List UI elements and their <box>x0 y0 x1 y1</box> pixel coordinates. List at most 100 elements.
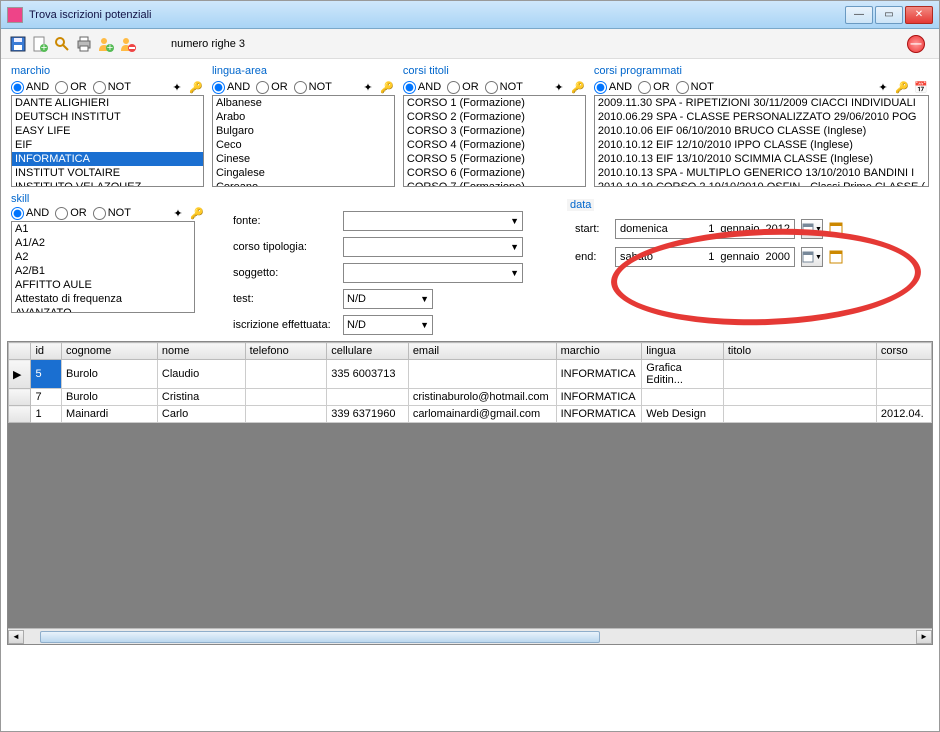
lingua-listbox[interactable]: AlbaneseAraboBulgaroCecoCineseCingaleseC… <box>212 95 395 187</box>
list-item[interactable]: Attestato di frequenza <box>12 292 194 306</box>
cell-titolo[interactable] <box>723 389 876 406</box>
cell-marchio[interactable]: INFORMATICA <box>556 389 642 406</box>
list-item[interactable]: 2010.06.29 SPA - CLASSE PERSONALIZZATO 2… <box>595 110 928 124</box>
cell-cognome[interactable]: Burolo <box>62 360 158 389</box>
col-nome[interactable]: nome <box>157 343 245 360</box>
cell-marchio[interactable]: INFORMATICA <box>556 360 642 389</box>
skill-or-radio[interactable] <box>55 207 68 220</box>
clear-button[interactable]: — <box>907 35 925 53</box>
corsi-not-radio[interactable] <box>485 81 498 94</box>
key-icon[interactable]: 🔑 <box>379 79 395 95</box>
row-header[interactable] <box>9 389 31 406</box>
cell-cognome[interactable]: Mainardi <box>62 406 158 423</box>
col-corso[interactable]: corso <box>876 343 931 360</box>
cell-nome[interactable]: Claudio <box>157 360 245 389</box>
list-item[interactable]: EASY LIFE <box>12 124 203 138</box>
corsi-listbox[interactable]: CORSO 1 (Formazione)CORSO 2 (Formazione)… <box>403 95 586 187</box>
list-item[interactable]: INFORMATICA <box>12 152 203 166</box>
save-icon[interactable] <box>9 35 27 53</box>
list-item[interactable]: Albanese <box>213 96 394 110</box>
programmati-listbox[interactable]: 2009.11.30 SPA - RIPETIZIONI 30/11/2009 … <box>594 95 929 187</box>
wand-icon[interactable]: ✦ <box>169 79 185 95</box>
horizontal-scrollbar[interactable]: ◄ ► <box>8 628 932 644</box>
results-grid[interactable]: idcognomenometelefonocellulareemailmarch… <box>7 341 933 645</box>
col-marchio[interactable]: marchio <box>556 343 642 360</box>
corsi-and-radio[interactable] <box>403 81 416 94</box>
marchio-and-radio[interactable] <box>11 81 24 94</box>
maximize-button[interactable]: ▭ <box>875 6 903 24</box>
list-item[interactable]: Coreano <box>213 180 394 187</box>
cell-cellulare[interactable] <box>327 389 409 406</box>
list-item[interactable]: 2010.10.13 SPA - MULTIPLO GENERICO 13/10… <box>595 166 928 180</box>
close-button[interactable]: ✕ <box>905 6 933 24</box>
skill-not-radio[interactable] <box>93 207 106 220</box>
list-item[interactable]: CORSO 2 (Formazione) <box>404 110 585 124</box>
cell-id[interactable]: 7 <box>31 389 62 406</box>
search-icon[interactable] <box>53 35 71 53</box>
cell-email[interactable] <box>408 360 556 389</box>
col-email[interactable]: email <box>408 343 556 360</box>
table-row[interactable]: 1MainardiCarlo339 6371960carlomainardi@g… <box>9 406 932 423</box>
list-item[interactable]: CORSO 4 (Formazione) <box>404 138 585 152</box>
col-lingua[interactable]: lingua <box>642 343 724 360</box>
list-item[interactable]: A2/B1 <box>12 264 194 278</box>
cell-cognome[interactable]: Burolo <box>62 389 158 406</box>
prog-or-radio[interactable] <box>638 81 651 94</box>
col-cellulare[interactable]: cellulare <box>327 343 409 360</box>
start-date-field[interactable]: domenica 1 gennaio 2012 <box>615 219 795 239</box>
cell-id[interactable]: 5 <box>31 360 62 389</box>
list-item[interactable]: EIF <box>12 138 203 152</box>
list-item[interactable]: CORSO 5 (Formazione) <box>404 152 585 166</box>
person-remove-icon[interactable] <box>119 35 137 53</box>
prog-not-radio[interactable] <box>676 81 689 94</box>
soggetto-combo[interactable]: ▼ <box>343 263 523 283</box>
list-item[interactable]: INSTITUT VOLTAIRE <box>12 166 203 180</box>
marchio-listbox[interactable]: DANTE ALIGHIERIDEUTSCH INSTITUTEASY LIFE… <box>11 95 204 187</box>
list-item[interactable]: INSTITUTO VELAZQUEZ <box>12 180 203 187</box>
lingua-not-radio[interactable] <box>294 81 307 94</box>
table-row[interactable]: 7BuroloCristinacristinaburolo@hotmail.co… <box>9 389 932 406</box>
list-item[interactable]: 2010.10.19 CORSO 2 19/10/2010 OSFIN - Cl… <box>595 180 928 187</box>
key-icon[interactable]: 🔑 <box>189 205 205 221</box>
row-header[interactable] <box>9 406 31 423</box>
cell-telefono[interactable] <box>245 360 327 389</box>
list-item[interactable]: DEUTSCH INSTITUT <box>12 110 203 124</box>
start-date-dropdown-button[interactable]: ▼ <box>801 219 823 239</box>
person-add-icon[interactable]: + <box>97 35 115 53</box>
skill-and-radio[interactable] <box>11 207 24 220</box>
cell-marchio[interactable]: INFORMATICA <box>556 406 642 423</box>
cell-lingua[interactable]: Grafica Editin... <box>642 360 724 389</box>
cell-corso[interactable] <box>876 360 931 389</box>
cell-email[interactable]: carlomainardi@gmail.com <box>408 406 556 423</box>
skill-listbox[interactable]: A1A1/A2A2A2/B1AFFITTO AULEAttestato di f… <box>11 221 195 313</box>
list-item[interactable]: CORSO 1 (Formazione) <box>404 96 585 110</box>
end-date-field[interactable]: sabato 1 gennaio 2000 <box>615 247 795 267</box>
lingua-or-radio[interactable] <box>256 81 269 94</box>
lingua-and-radio[interactable] <box>212 81 225 94</box>
calendar-icon[interactable]: 📅 <box>913 79 929 95</box>
list-item[interactable]: CORSO 7 (Formazione) <box>404 180 585 187</box>
scroll-left-button[interactable]: ◄ <box>8 630 24 644</box>
cell-telefono[interactable] <box>245 389 327 406</box>
key-icon[interactable]: 🔑 <box>188 79 204 95</box>
test-combo[interactable]: N/D▼ <box>343 289 433 309</box>
iscrizione-combo[interactable]: N/D▼ <box>343 315 433 335</box>
new-doc-icon[interactable]: + <box>31 35 49 53</box>
cell-corso[interactable]: 2012.04. <box>876 406 931 423</box>
marchio-or-radio[interactable] <box>55 81 68 94</box>
list-item[interactable]: A1/A2 <box>12 236 194 250</box>
marchio-not-radio[interactable] <box>93 81 106 94</box>
cell-lingua[interactable] <box>642 389 724 406</box>
cell-id[interactable]: 1 <box>31 406 62 423</box>
prog-and-radio[interactable] <box>594 81 607 94</box>
cell-email[interactable]: cristinaburolo@hotmail.com <box>408 389 556 406</box>
end-date-dropdown-button[interactable]: ▼ <box>801 247 823 267</box>
wand-icon[interactable]: ✦ <box>170 205 186 221</box>
cell-corso[interactable] <box>876 389 931 406</box>
list-item[interactable]: Cingalese <box>213 166 394 180</box>
cell-lingua[interactable]: Web Design <box>642 406 724 423</box>
print-icon[interactable] <box>75 35 93 53</box>
cell-titolo[interactable] <box>723 360 876 389</box>
minimize-button[interactable]: — <box>845 6 873 24</box>
wand-icon[interactable]: ✦ <box>875 79 891 95</box>
